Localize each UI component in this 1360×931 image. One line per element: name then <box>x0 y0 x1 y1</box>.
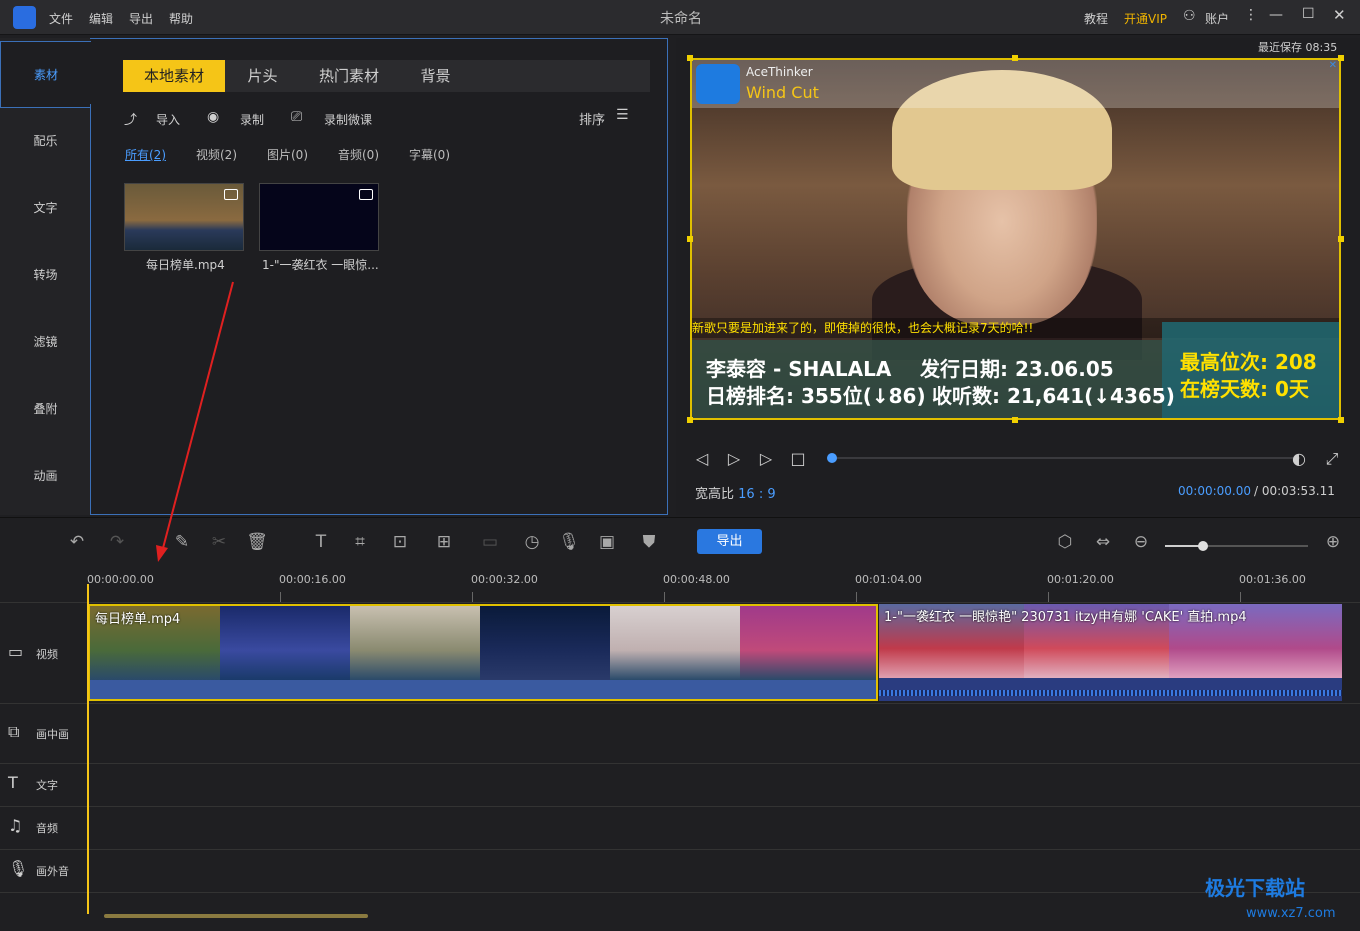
site-watermark-url: www.xz7.com <box>1246 906 1336 921</box>
site-watermark-logo: 极光下载站 <box>1205 876 1305 900</box>
timeline-scrollbar[interactable] <box>104 914 368 918</box>
annotation-arrow <box>156 281 234 562</box>
